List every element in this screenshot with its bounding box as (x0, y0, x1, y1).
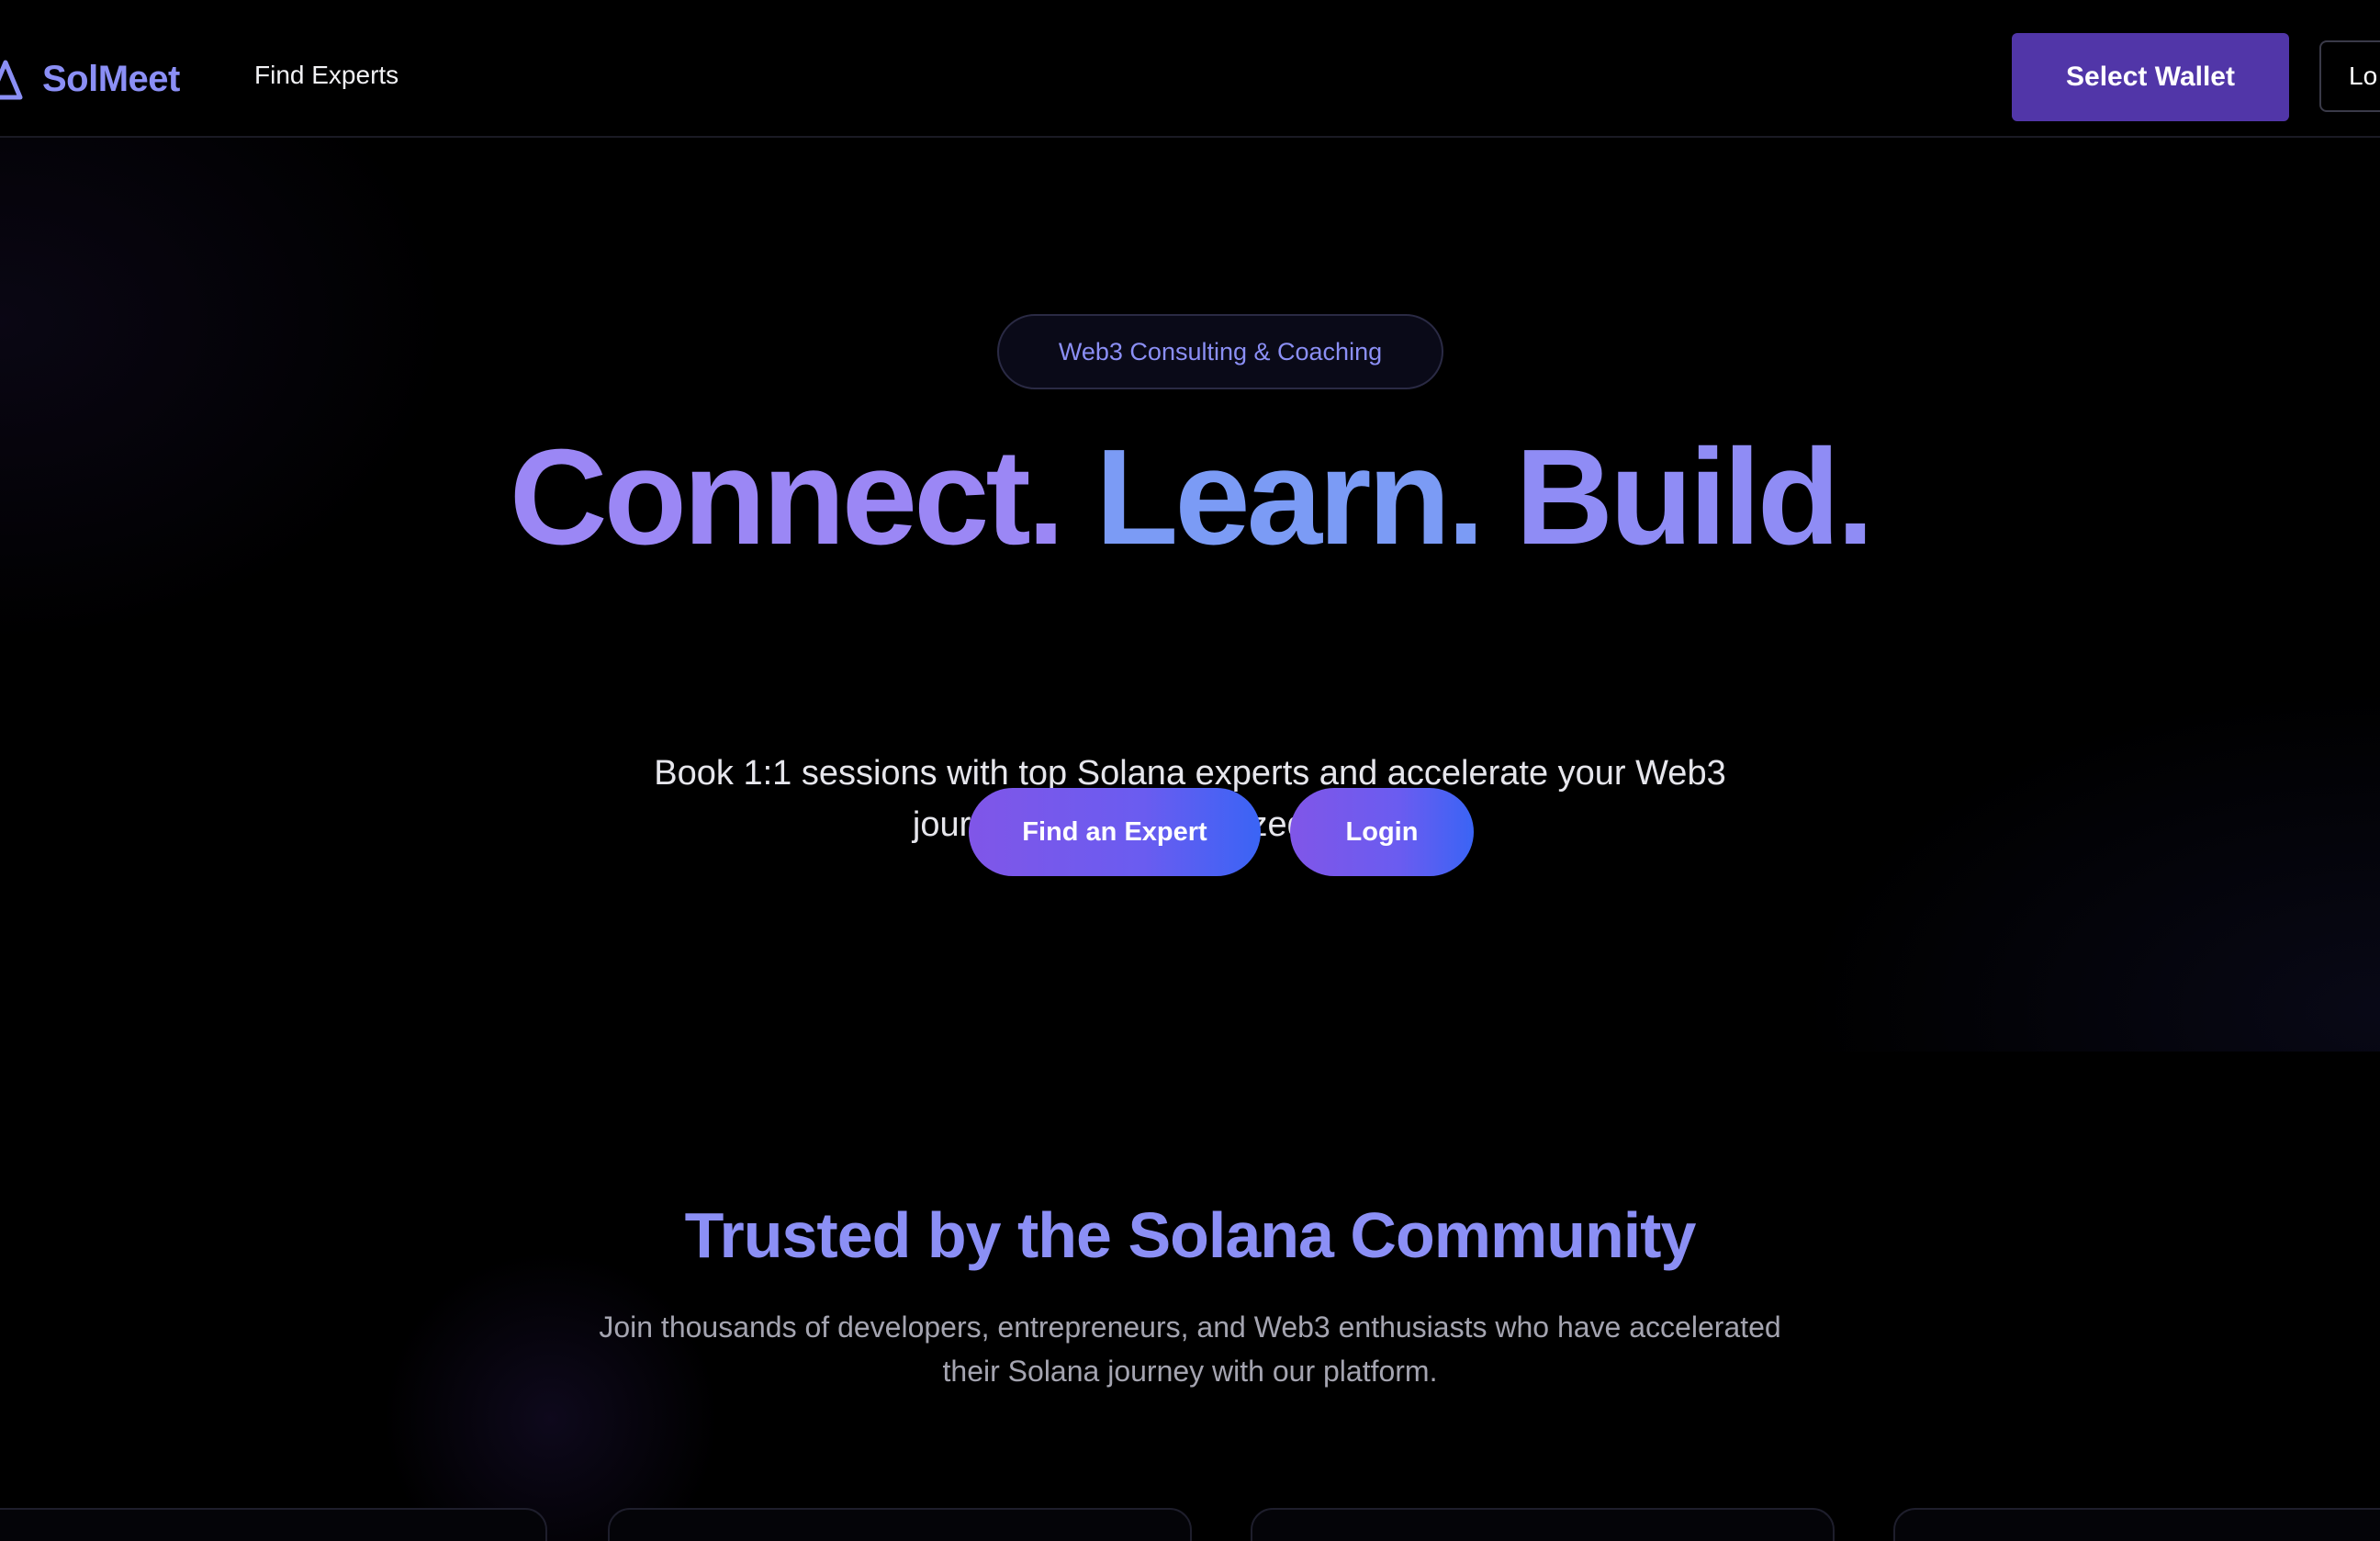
testimonial-card (1251, 1508, 1835, 1541)
brand-logo[interactable]: SolMeet (0, 53, 180, 105)
triangle-logo-icon (0, 60, 23, 100)
nav-link-find-experts[interactable]: Find Experts (254, 61, 399, 90)
community-section: Trusted by the Solana Community Join tho… (0, 1052, 2380, 1541)
hero-title-build: Build. (1515, 422, 1874, 573)
hero-badge: Web3 Consulting & Coaching (997, 314, 1443, 389)
hero-title-learn: Learn. (1095, 422, 1485, 573)
brand-name: SolMeet (42, 58, 180, 99)
hero-title: Connect. Learn. Build. (0, 430, 2380, 566)
testimonial-card (0, 1508, 547, 1541)
top-navbar: SolMeet Find Experts Select Wallet Lo (0, 0, 2380, 138)
hero-title-connect: Connect. (509, 422, 1065, 573)
testimonial-card (1893, 1508, 2380, 1541)
page: SolMeet Find Experts Select Wallet Lo We… (0, 0, 2380, 1541)
hero-section: Web3 Consulting & Coaching Connect. Lear… (0, 138, 2380, 1052)
community-description: Join thousands of developers, entreprene… (599, 1310, 1781, 1388)
hero-login-button[interactable]: Login (1290, 788, 1474, 876)
find-expert-button[interactable]: Find an Expert (969, 788, 1261, 876)
select-wallet-button[interactable]: Select Wallet (2012, 33, 2289, 121)
community-title: Trusted by the Solana Community (684, 1199, 1697, 1271)
testimonial-card (608, 1508, 1192, 1541)
header-login-button[interactable]: Lo (2319, 40, 2380, 112)
